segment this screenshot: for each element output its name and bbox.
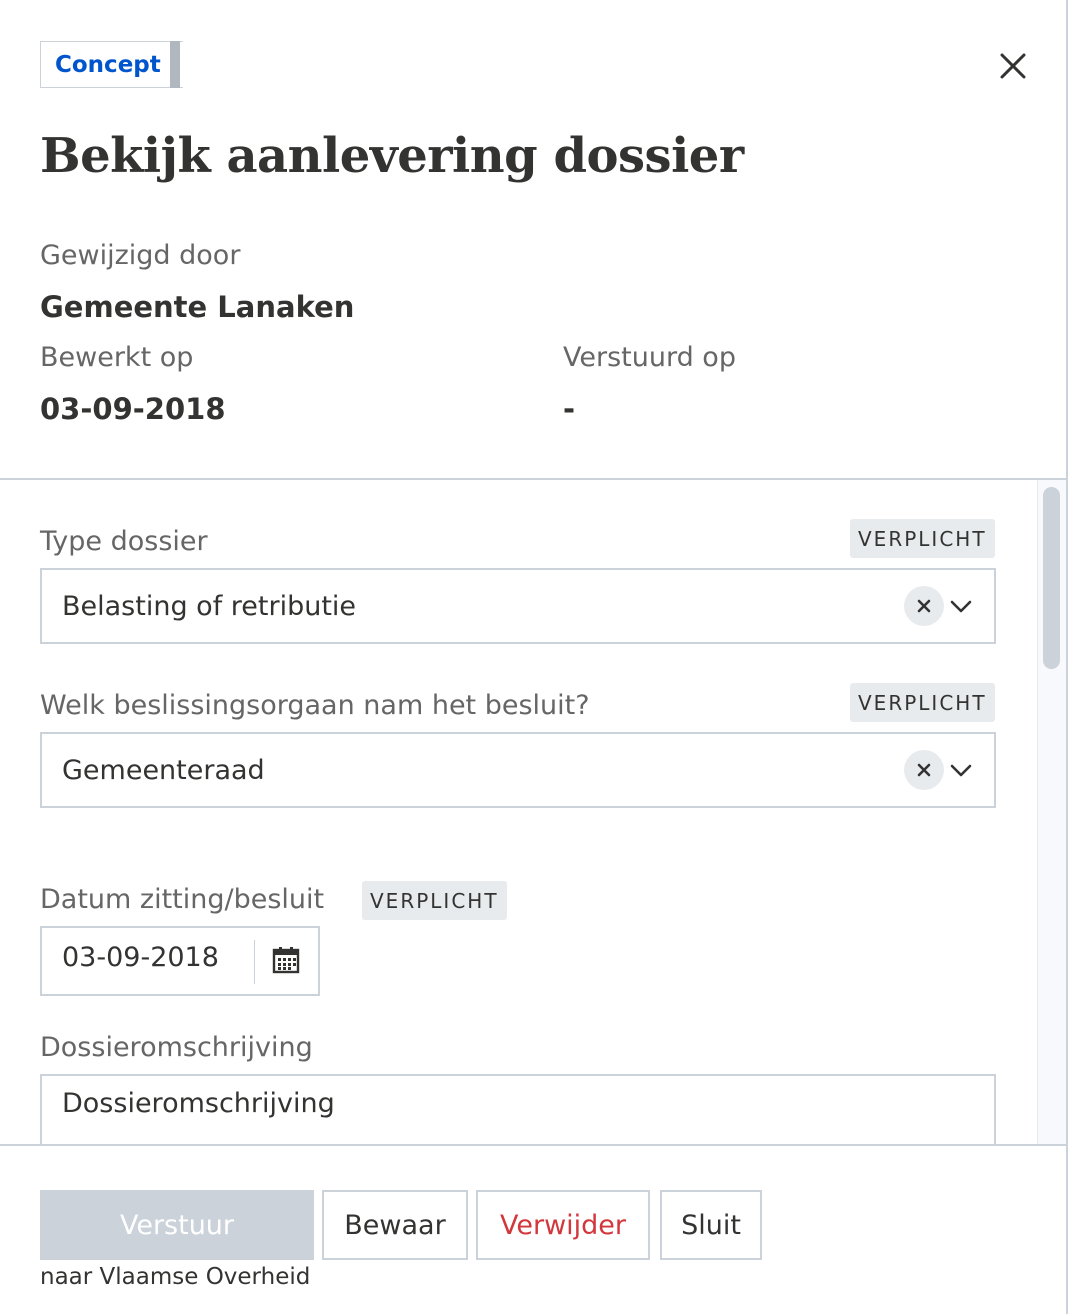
clear-icon [917, 599, 931, 613]
status-badge: Concept [40, 41, 183, 88]
required-tag: VERPLICHT [362, 881, 507, 920]
required-tag: VERPLICHT [850, 683, 995, 722]
required-tag: VERPLICHT [850, 519, 995, 558]
sent-on-value: - [563, 392, 576, 426]
beslissingsorgaan-label: Welk beslissingsorgaan nam het besluit? [40, 690, 590, 721]
status-badge-accent [170, 41, 180, 88]
close-button[interactable] [994, 47, 1032, 85]
beslissingsorgaan-value: Gemeenteraad [62, 754, 265, 786]
send-note: naar Vlaamse Overheid [40, 1264, 311, 1290]
datum-input[interactable]: 03-09-2018 [40, 926, 320, 996]
omschrijving-label: Dossieromschrijving [40, 1032, 313, 1063]
type-dossier-value: Belasting of retributie [62, 590, 357, 622]
send-button[interactable]: Verstuur [40, 1190, 314, 1260]
footer-actions: Verstuur Bewaar Verwijder Sluit naar Vla… [0, 1144, 1066, 1314]
type-dossier-label: Type dossier [40, 526, 208, 557]
datum-value[interactable]: 03-09-2018 [62, 942, 219, 973]
calendar-button[interactable] [268, 942, 304, 978]
date-separator [254, 940, 255, 984]
modified-by-label: Gewijzigd door [40, 240, 241, 271]
beslissingsorgaan-select[interactable]: Gemeenteraad [40, 732, 996, 808]
clear-beslissingsorgaan-button[interactable] [904, 750, 944, 790]
delete-button[interactable]: Verwijder [476, 1190, 650, 1260]
scrollbar-thumb[interactable] [1043, 487, 1060, 669]
edited-on-label: Bewerkt op [40, 342, 194, 373]
dossier-panel: Concept Bekijk aanlevering dossier Gewij… [0, 0, 1066, 1314]
close-icon [1000, 53, 1026, 79]
calendar-icon [272, 947, 300, 974]
clear-icon [917, 763, 931, 777]
header-divider [0, 478, 1066, 480]
sent-on-label: Verstuurd op [563, 342, 736, 373]
edited-on-value: 03-09-2018 [40, 392, 226, 426]
modified-by-value: Gemeente Lanaken [40, 290, 355, 324]
clear-type-dossier-button[interactable] [904, 586, 944, 626]
chevron-down-icon[interactable] [946, 756, 976, 786]
datum-label: Datum zitting/besluit [40, 884, 325, 915]
page-title: Bekijk aanlevering dossier [40, 128, 744, 184]
chevron-down-icon[interactable] [946, 592, 976, 622]
save-button[interactable]: Bewaar [322, 1190, 468, 1260]
type-dossier-select[interactable]: Belasting of retributie [40, 568, 996, 644]
close-dialog-button[interactable]: Sluit [660, 1190, 762, 1260]
